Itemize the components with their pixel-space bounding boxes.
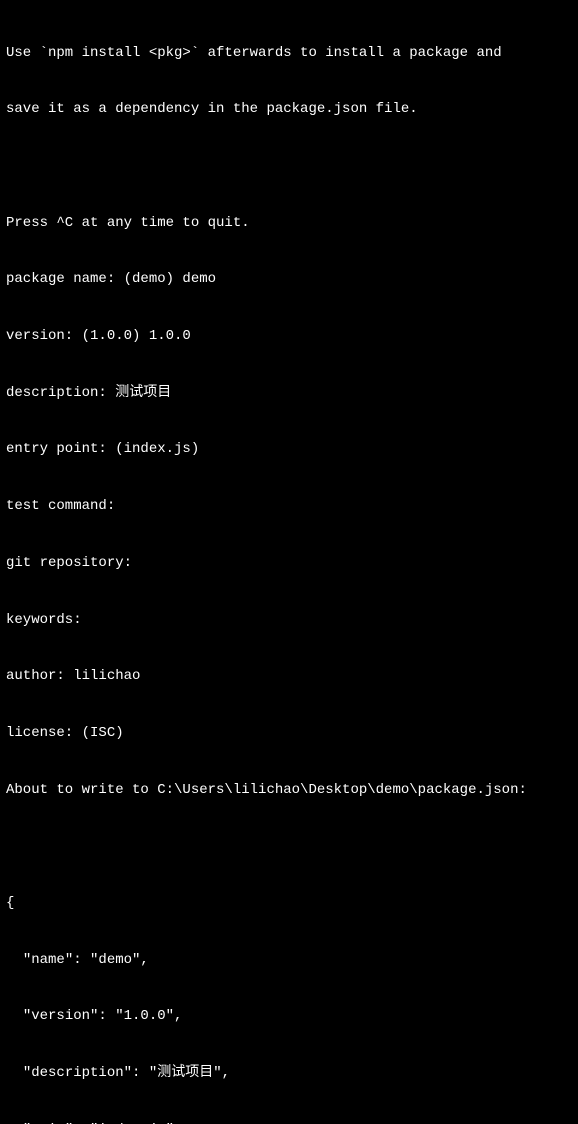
package-name-prompt: package name: (demo) demo	[6, 270, 572, 289]
blank-line	[6, 837, 572, 856]
entry-point-prompt: entry point: (index.js)	[6, 440, 572, 459]
json-preview-main: "main": "index.js",	[6, 1121, 572, 1124]
version-prompt: version: (1.0.0) 1.0.0	[6, 327, 572, 346]
intro-text-1: Use `npm install <pkg>` afterwards to in…	[6, 44, 572, 63]
description-prompt: description: 测试项目	[6, 384, 572, 403]
json-preview-open: {	[6, 894, 572, 913]
license-prompt: license: (ISC)	[6, 724, 572, 743]
json-preview-version: "version": "1.0.0",	[6, 1007, 572, 1026]
about-write-path: About to write to C:\Users\lilichao\Desk…	[6, 781, 572, 800]
quit-hint: Press ^C at any time to quit.	[6, 214, 572, 233]
blank-line	[6, 157, 572, 176]
terminal-output: Use `npm install <pkg>` afterwards to in…	[6, 6, 572, 1124]
test-command-prompt: test command:	[6, 497, 572, 516]
json-preview-name: "name": "demo",	[6, 951, 572, 970]
intro-text-2: save it as a dependency in the package.j…	[6, 100, 572, 119]
git-repository-prompt: git repository:	[6, 554, 572, 573]
keywords-prompt: keywords:	[6, 611, 572, 630]
author-prompt: author: lilichao	[6, 667, 572, 686]
json-preview-description: "description": "测试项目",	[6, 1064, 572, 1083]
